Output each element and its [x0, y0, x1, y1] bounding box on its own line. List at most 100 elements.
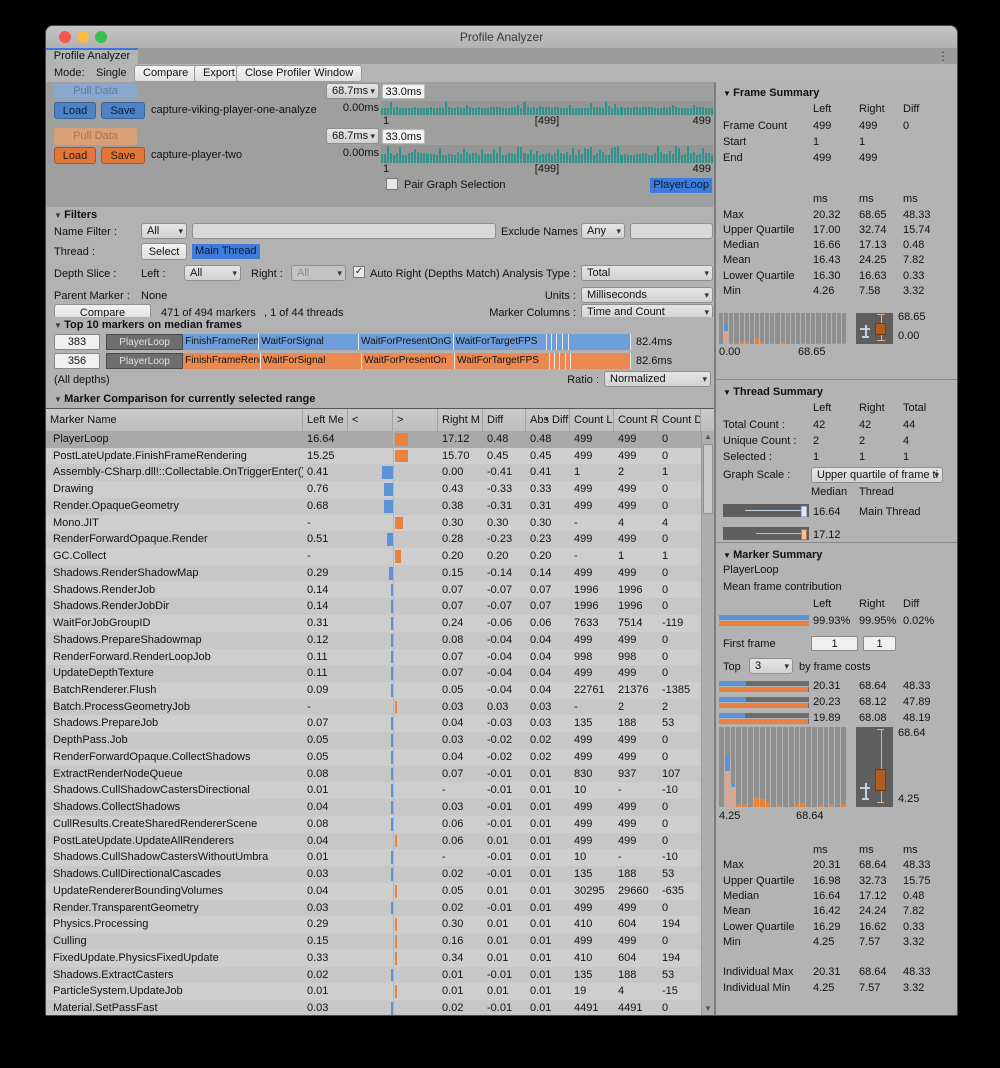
- table-row[interactable]: Shadows.RenderShadowMap0.290.15-0.140.14…: [46, 565, 702, 582]
- table-row[interactable]: Render.OpaqueGeometry0.680.38-0.310.3149…: [46, 498, 702, 515]
- column-header-abs-diff[interactable]: Abs Diff▴: [526, 409, 570, 431]
- pull-data-button-left[interactable]: Pull Data: [54, 83, 137, 100]
- scrollbar-thumb[interactable]: [703, 444, 713, 514]
- table-row[interactable]: BatchRenderer.Flush0.090.05-0.040.042276…: [46, 682, 702, 699]
- table-row[interactable]: Shadows.CollectShadows0.040.03-0.010.014…: [46, 799, 702, 816]
- column-header-marker-name[interactable]: Marker Name: [46, 409, 303, 431]
- load-button-right[interactable]: Load: [54, 147, 96, 164]
- table-row[interactable]: Shadows.CullDirectionalCascades0.030.02-…: [46, 866, 702, 883]
- table-row[interactable]: RenderForwardOpaque.Render0.510.28-0.230…: [46, 531, 702, 548]
- table-row[interactable]: Shadows.PrepareJob0.070.04-0.030.0313518…: [46, 715, 702, 732]
- table-row[interactable]: Shadows.PrepareShadowmap0.120.08-0.040.0…: [46, 632, 702, 649]
- tab-profile-analyzer[interactable]: Profile Analyzer: [46, 48, 138, 64]
- thread-select-button[interactable]: Select: [141, 243, 187, 260]
- top10-marker-segment[interactable]: [571, 353, 631, 369]
- table-row[interactable]: Material.SetPassFast0.030.02-0.010.01449…: [46, 1000, 702, 1015]
- exclude-names-input[interactable]: [630, 223, 713, 239]
- frame-histogram[interactable]: [719, 313, 846, 344]
- table-row[interactable]: ParticleSystem.UpdateJob0.010.010.010.01…: [46, 983, 702, 1000]
- table-row[interactable]: Shadows.RenderJob0.140.07-0.070.07199619…: [46, 582, 702, 599]
- marker-summary-header[interactable]: Marker Summary: [716, 544, 957, 563]
- graph-scale-dropdown[interactable]: Upper quartile of frame ti: [811, 467, 943, 483]
- marker-box-plot[interactable]: [856, 727, 893, 807]
- table-row[interactable]: PostLateUpdate.UpdateAllRenderers0.040.0…: [46, 833, 702, 850]
- column-header-count-d[interactable]: Count D: [658, 409, 701, 431]
- column-header-count-r[interactable]: Count R: [614, 409, 658, 431]
- pull-data-button-right[interactable]: Pull Data: [54, 128, 137, 145]
- column-header-diff[interactable]: Diff: [483, 409, 526, 431]
- scroll-up-arrow[interactable]: ▲: [702, 431, 714, 443]
- comparison-header-row[interactable]: Marker Comparison for currently selected…: [46, 392, 714, 409]
- selected-marker-chip[interactable]: PlayerLoop: [650, 178, 712, 193]
- table-row[interactable]: ExtractRenderNodeQueue0.080.07-0.010.018…: [46, 766, 702, 783]
- ratio-dropdown[interactable]: Normalized: [604, 371, 711, 387]
- table-row[interactable]: UpdateDepthTexture0.110.07-0.040.0449949…: [46, 665, 702, 682]
- table-row[interactable]: Culling0.150.160.010.014994990: [46, 933, 702, 950]
- top10-frame-button[interactable]: 383: [54, 334, 100, 350]
- frame-time-graph-left[interactable]: [381, 101, 713, 115]
- table-row[interactable]: PostLateUpdate.FinishFrameRendering15.25…: [46, 448, 702, 465]
- column-header-left-me[interactable]: Left Me: [303, 409, 348, 431]
- mode-compare-button[interactable]: Compare: [134, 65, 197, 82]
- range-dropdown-left[interactable]: 68.7ms: [326, 83, 379, 99]
- table-row[interactable]: Render.TransparentGeometry0.030.02-0.010…: [46, 900, 702, 917]
- pair-graph-selection-checkbox[interactable]: [386, 178, 398, 190]
- units-dropdown[interactable]: Milliseconds: [581, 287, 713, 303]
- table-row[interactable]: Physics.Processing0.290.300.010.01410604…: [46, 916, 702, 933]
- table-row[interactable]: RenderForward.RenderLoopJob0.110.07-0.04…: [46, 649, 702, 666]
- window-titlebar[interactable]: Profile Analyzer: [46, 26, 957, 49]
- column-header-count-l[interactable]: Count L: [570, 409, 614, 431]
- top10-marker-segment[interactable]: WaitForSignal: [259, 334, 359, 350]
- table-row[interactable]: RenderForwardOpaque.CollectShadows0.050.…: [46, 749, 702, 766]
- filters-header[interactable]: Filters: [54, 209, 97, 221]
- name-filter-input[interactable]: [192, 223, 496, 239]
- load-button-left[interactable]: Load: [54, 102, 96, 119]
- table-row[interactable]: CullResults.CreateSharedRendererScene0.0…: [46, 816, 702, 833]
- top10-marker-segment[interactable]: WaitForPresentOnG: [359, 334, 454, 350]
- depth-left-dropdown[interactable]: All: [184, 265, 241, 281]
- top10-header[interactable]: Top 10 markers on median frames: [54, 319, 242, 331]
- thread-row-left[interactable]: 16.64 Main Thread: [716, 500, 957, 523]
- top10-marker-segment[interactable]: WaitForTargetFPS: [454, 334, 547, 350]
- column-header--[interactable]: >: [393, 409, 438, 431]
- save-button-right[interactable]: Save: [101, 147, 145, 164]
- comparison-header[interactable]: Marker Comparison for currently selected…: [54, 393, 315, 405]
- scroll-down-arrow[interactable]: ▼: [702, 1003, 714, 1015]
- range-dropdown-right[interactable]: 68.7ms: [326, 128, 379, 144]
- thread-summary-header[interactable]: Thread Summary: [716, 381, 957, 400]
- top10-marker-segment[interactable]: PlayerLoop: [106, 334, 183, 350]
- table-row[interactable]: Shadows.RenderJobDir0.140.07-0.070.07199…: [46, 598, 702, 615]
- top10-marker-segment[interactable]: WaitForTargetFPS: [455, 353, 550, 369]
- top10-marker-segment[interactable]: FinishFrameRendering: [183, 334, 259, 350]
- column-header-right-m[interactable]: Right M: [438, 409, 483, 431]
- frame-time-graph-right[interactable]: [381, 145, 713, 163]
- marker-histogram[interactable]: [719, 727, 846, 807]
- top10-marker-segment[interactable]: WaitForPresentOn: [362, 353, 455, 369]
- table-row[interactable]: WaitForJobGroupID0.310.24-0.060.06763375…: [46, 615, 702, 632]
- name-filter-mode-dropdown[interactable]: All: [141, 223, 187, 239]
- top10-marker-segment[interactable]: WaitForSignal: [261, 353, 362, 369]
- table-scrollbar[interactable]: ▲ ▼: [701, 431, 714, 1015]
- exclude-mode-dropdown[interactable]: Any: [581, 223, 625, 239]
- table-row[interactable]: FixedUpdate.PhysicsFixedUpdate0.330.340.…: [46, 950, 702, 967]
- mode-single-button[interactable]: Single: [88, 67, 135, 79]
- table-row[interactable]: Mono.JIT-0.300.300.30-44: [46, 515, 702, 532]
- kebab-menu-icon[interactable]: ⋮: [937, 49, 949, 63]
- top10-marker-segment[interactable]: FinishFrameRendering: [183, 353, 261, 369]
- save-button-left[interactable]: Save: [101, 102, 145, 119]
- column-header--[interactable]: <: [348, 409, 393, 431]
- frame-summary-header[interactable]: Frame Summary: [716, 82, 957, 101]
- table-row[interactable]: Drawing0.760.43-0.330.334994990: [46, 481, 702, 498]
- table-row[interactable]: Batch.ProcessGeometryJob-0.030.030.03-22: [46, 699, 702, 716]
- table-row[interactable]: UpdateRendererBoundingVolumes0.040.050.0…: [46, 883, 702, 900]
- close-profiler-window-button[interactable]: Close Profiler Window: [236, 65, 362, 82]
- analysis-type-dropdown[interactable]: Total: [581, 265, 713, 281]
- top-n-dropdown[interactable]: 3: [749, 658, 793, 674]
- table-row[interactable]: GC.Collect-0.200.200.20-11: [46, 548, 702, 565]
- auto-right-checkbox[interactable]: [353, 266, 365, 278]
- top10-frame-button[interactable]: 356: [54, 353, 100, 369]
- table-row[interactable]: Shadows.CullShadowCastersDirectional0.01…: [46, 782, 702, 799]
- first-frame-right-button[interactable]: 1: [863, 636, 896, 651]
- table-row[interactable]: DepthPass.Job0.050.03-0.020.024994990: [46, 732, 702, 749]
- top10-marker-segment[interactable]: PlayerLoop: [106, 353, 183, 369]
